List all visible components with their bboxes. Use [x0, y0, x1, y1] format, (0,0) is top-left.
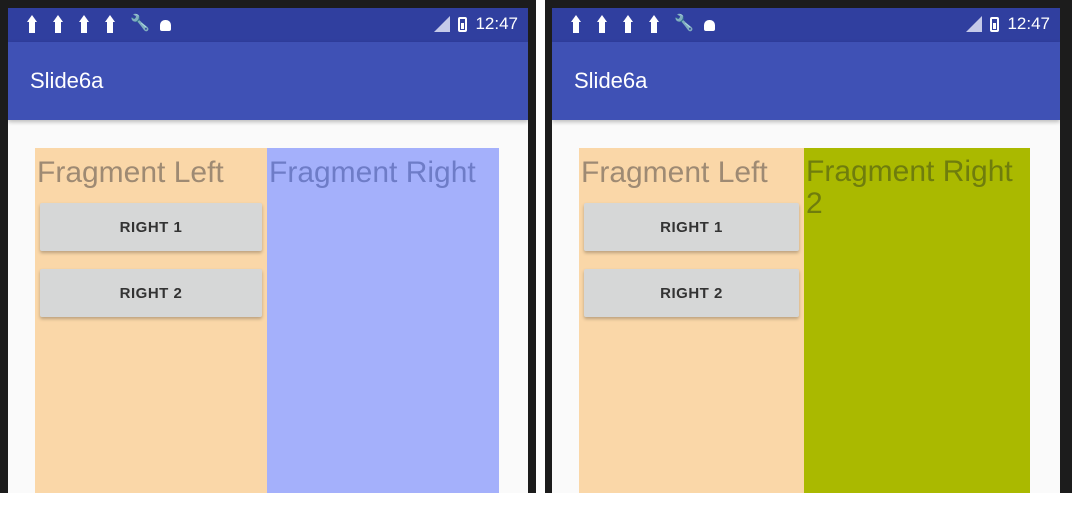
battery-icon	[990, 16, 1000, 32]
upload-icon	[596, 15, 608, 33]
app-title: Slide6a	[30, 68, 104, 93]
status-bar: 🔧 12:47	[552, 8, 1060, 42]
upload-icon	[648, 15, 660, 33]
fragment-left-title: Fragment Left	[581, 156, 768, 189]
fragment-right-title: Fragment Right	[269, 156, 476, 189]
wrench-icon: 🔧	[674, 15, 694, 32]
right-1-button[interactable]: RIGHT 1	[584, 203, 799, 251]
status-time: 12:47	[475, 14, 518, 33]
upload-icon	[52, 15, 64, 33]
upload-icon	[78, 15, 90, 33]
right-1-button[interactable]: RIGHT 1	[40, 203, 262, 251]
upload-icon	[622, 15, 634, 33]
status-time: 12:47	[1007, 14, 1050, 33]
fragment-right: Fragment Right 2	[804, 148, 1030, 493]
notification-icons: 🔧	[570, 15, 715, 33]
status-right: 12:47	[964, 14, 1050, 34]
fragment-right: Fragment Right	[267, 148, 499, 493]
android-icon	[160, 20, 171, 31]
screen: 🔧 12:47 Slide6a Fragment Left RIGHT 1 RI…	[8, 8, 528, 493]
app-bar: Slide6a	[552, 42, 1060, 120]
battery-icon	[458, 16, 468, 32]
upload-icon	[26, 15, 38, 33]
right-2-button[interactable]: RIGHT 2	[40, 269, 262, 317]
app-title: Slide6a	[574, 68, 648, 93]
fragment-right-title: Fragment Right 2	[806, 155, 1013, 220]
fragment-left: Fragment Left RIGHT 1 RIGHT 2	[579, 148, 804, 493]
right-2-button[interactable]: RIGHT 2	[584, 269, 799, 317]
notification-icons: 🔧	[26, 15, 171, 33]
upload-icon	[104, 15, 116, 33]
phone-screenshot-right: 🔧 12:47 Slide6a Fragment Left RIGHT 1 RI…	[545, 0, 1072, 493]
screen: 🔧 12:47 Slide6a Fragment Left RIGHT 1 RI…	[552, 8, 1060, 493]
app-bar: Slide6a	[8, 42, 528, 120]
signal-icon	[432, 16, 451, 32]
status-bar: 🔧 12:47	[8, 8, 528, 42]
wrench-icon: 🔧	[130, 15, 150, 32]
upload-icon	[570, 15, 582, 33]
fragment-left-title: Fragment Left	[37, 156, 224, 189]
status-right: 12:47	[432, 14, 518, 34]
android-icon	[704, 20, 715, 31]
phone-screenshot-left: 🔧 12:47 Slide6a Fragment Left RIGHT 1 RI…	[0, 0, 536, 493]
signal-icon	[964, 16, 983, 32]
fragment-left: Fragment Left RIGHT 1 RIGHT 2	[35, 148, 267, 493]
